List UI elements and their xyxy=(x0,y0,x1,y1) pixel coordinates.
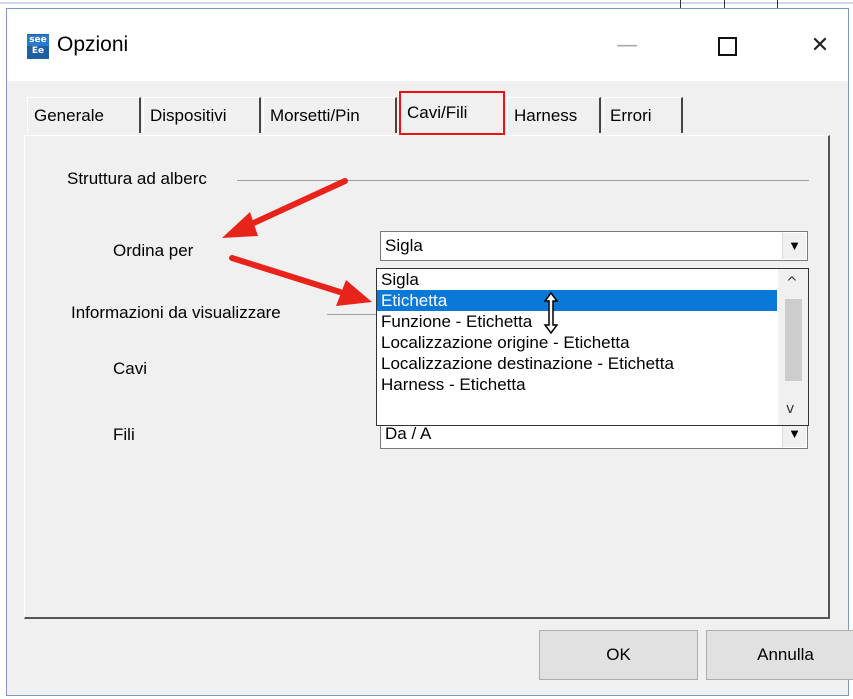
tab-cavi-fili[interactable]: Cavi/Fili xyxy=(399,91,505,135)
app-icon: see Ee xyxy=(27,34,49,59)
app-icon-bottom-text: Ee xyxy=(31,46,45,56)
app-icon-top-text: see xyxy=(27,35,49,46)
minimize-button[interactable]: — xyxy=(604,29,650,63)
dropdown-item-etichetta[interactable]: Etichetta xyxy=(377,290,777,311)
background-edge xyxy=(0,2,853,4)
dropdown-item-harness-etichetta[interactable]: Harness - Etichetta xyxy=(377,374,777,395)
dropdown-item-localizzazione-origine[interactable]: Localizzazione origine - Etichetta xyxy=(377,332,777,353)
sort-combobox-value: Sigla xyxy=(385,236,423,255)
cancel-button[interactable]: Annulla xyxy=(706,630,853,680)
scroll-up-icon[interactable]: ^ xyxy=(786,275,798,291)
tab-harness[interactable]: Harness xyxy=(507,97,601,133)
wires-label: Fili xyxy=(113,425,135,444)
ok-button[interactable]: OK xyxy=(539,630,698,680)
chevron-down-icon[interactable]: ▼ xyxy=(782,233,806,259)
dropdown-scrollbar[interactable]: ^ v xyxy=(778,269,808,425)
wires-combobox-value: Da / A xyxy=(385,424,432,443)
info-group-line xyxy=(327,314,377,315)
scrollbar-thumb[interactable] xyxy=(785,299,802,381)
tab-errori[interactable]: Errori xyxy=(603,97,683,133)
close-button[interactable]: ✕ xyxy=(797,29,843,63)
title-bar: see Ee Opzioni — ✕ xyxy=(7,9,848,81)
info-group-label: Informazioni da visualizzare xyxy=(71,303,281,323)
tree-group-label: Struttura ad alberc xyxy=(67,169,207,189)
tab-morsetti-pin[interactable]: Morsetti/Pin xyxy=(263,97,397,133)
tab-dispositivi[interactable]: Dispositivi xyxy=(143,97,261,133)
dropdown-item-sigla[interactable]: Sigla xyxy=(377,269,777,290)
window-title: Opzioni xyxy=(57,33,129,56)
maximize-button[interactable] xyxy=(704,29,750,63)
cables-label: Cavi xyxy=(113,359,148,378)
dropdown-item-funzione-etichetta[interactable]: Funzione - Etichetta xyxy=(377,311,777,332)
sort-dropdown-list[interactable]: Sigla Etichetta Funzione - Etichetta Loc… xyxy=(376,268,809,426)
maximize-icon xyxy=(717,36,737,56)
tab-generale[interactable]: Generale xyxy=(27,97,141,133)
scroll-down-icon[interactable]: v xyxy=(786,401,794,417)
sort-label: Ordina per xyxy=(113,241,194,260)
sort-combobox[interactable]: Sigla ▼ xyxy=(380,231,808,261)
dropdown-item-localizzazione-destinazione[interactable]: Localizzazione destinazione - Etichetta xyxy=(377,353,777,374)
tree-group-line xyxy=(237,180,809,181)
